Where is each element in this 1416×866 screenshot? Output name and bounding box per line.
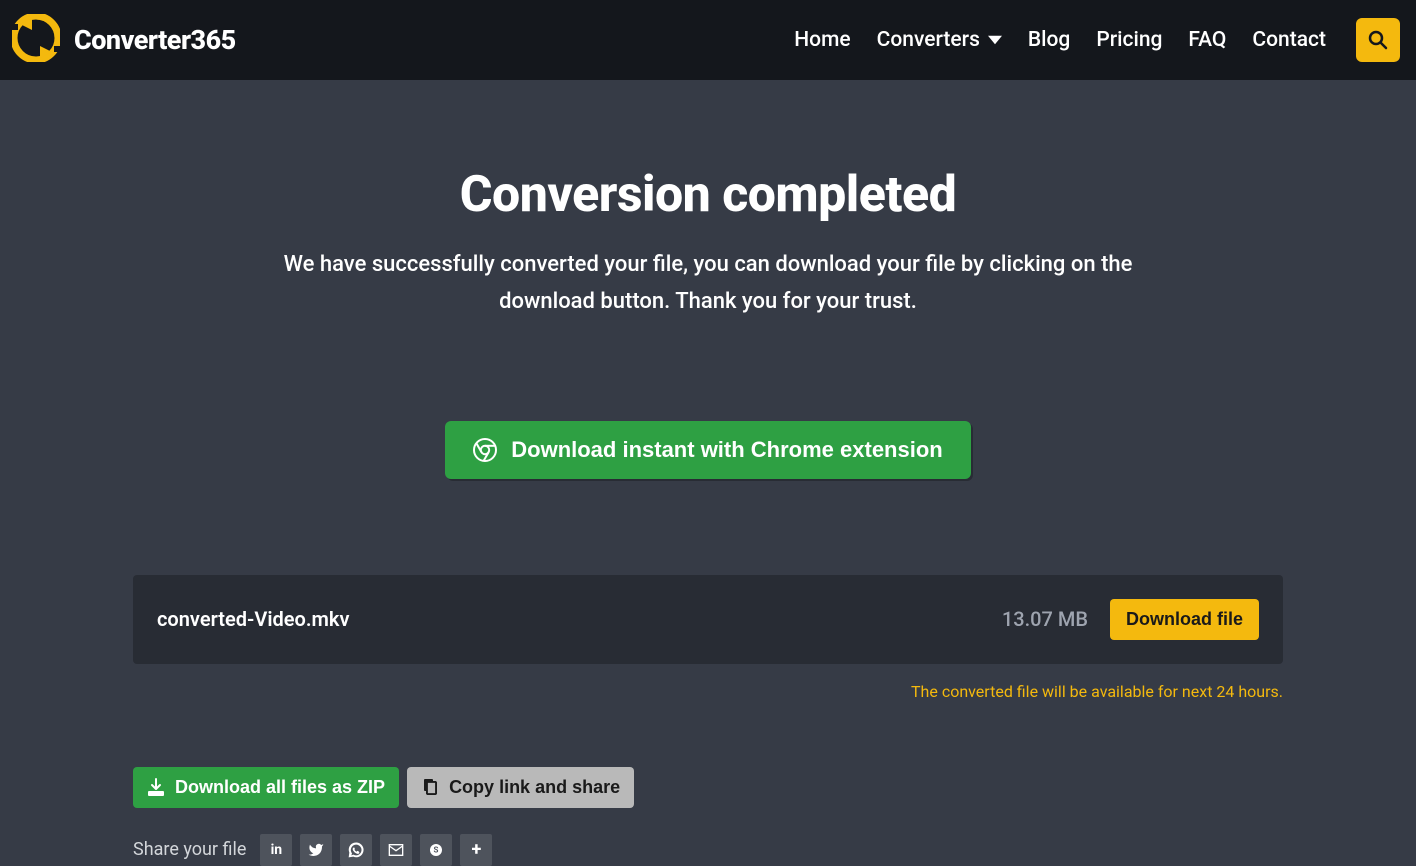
nav-converters[interactable]: Converters — [877, 28, 1002, 52]
share-linkedin[interactable]: in — [260, 834, 292, 866]
chevron-down-icon — [988, 33, 1002, 47]
share-whatsapp[interactable] — [340, 834, 372, 866]
file-row: converted-Video.mkv 13.07 MB Download fi… — [133, 575, 1283, 664]
chrome-extension-button[interactable]: Download instant with Chrome extension — [445, 421, 970, 479]
whatsapp-icon — [348, 842, 364, 858]
brand-name: Converter365 — [74, 24, 236, 56]
chrome-extension-label: Download instant with Chrome extension — [511, 437, 942, 463]
logo-icon — [12, 14, 60, 66]
nav-faq[interactable]: FAQ — [1188, 28, 1226, 52]
header: Converter365 Home Converters Blog Pricin… — [0, 0, 1416, 80]
share-skype[interactable]: S — [420, 834, 452, 866]
email-icon — [388, 842, 404, 858]
share-icons: in S + — [260, 834, 492, 866]
actions-row: Download all files as ZIP Copy link and … — [133, 767, 1283, 808]
share-email[interactable] — [380, 834, 412, 866]
svg-text:S: S — [434, 845, 439, 854]
chrome-icon — [473, 438, 497, 462]
nav-contact[interactable]: Contact — [1252, 28, 1326, 52]
copy-link-button[interactable]: Copy link and share — [407, 767, 634, 808]
skype-icon: S — [428, 842, 444, 858]
copy-icon — [421, 778, 439, 796]
share-label: Share your file — [133, 839, 246, 860]
availability-notice: The converted file will be available for… — [133, 682, 1283, 701]
share-row: Share your file in S + — [133, 834, 1283, 866]
search-icon — [1368, 30, 1388, 50]
copy-link-label: Copy link and share — [449, 777, 620, 798]
nav-converters-label: Converters — [877, 28, 980, 52]
page-title: Conversion completed — [0, 166, 1416, 224]
download-icon — [147, 778, 165, 796]
download-zip-label: Download all files as ZIP — [175, 777, 385, 798]
main-nav: Home Converters Blog Pricing FAQ Contact — [794, 18, 1400, 62]
logo[interactable]: Converter365 — [12, 14, 236, 66]
main-content: Conversion completed We have successfull… — [0, 80, 1416, 866]
plus-icon: + — [471, 841, 481, 859]
share-more[interactable]: + — [460, 834, 492, 866]
nav-blog[interactable]: Blog — [1028, 28, 1070, 52]
file-area: converted-Video.mkv 13.07 MB Download fi… — [133, 575, 1283, 866]
download-zip-button[interactable]: Download all files as ZIP — [133, 767, 399, 808]
page-subtitle: We have successfully converted your file… — [248, 246, 1168, 321]
nav-home[interactable]: Home — [794, 28, 850, 52]
file-name: converted-Video.mkv — [157, 607, 350, 631]
share-twitter[interactable] — [300, 834, 332, 866]
nav-pricing[interactable]: Pricing — [1096, 28, 1162, 52]
twitter-icon — [308, 842, 324, 858]
file-size: 13.07 MB — [1002, 607, 1088, 631]
search-button[interactable] — [1356, 18, 1400, 62]
download-file-button[interactable]: Download file — [1110, 599, 1259, 640]
linkedin-icon: in — [271, 842, 283, 858]
